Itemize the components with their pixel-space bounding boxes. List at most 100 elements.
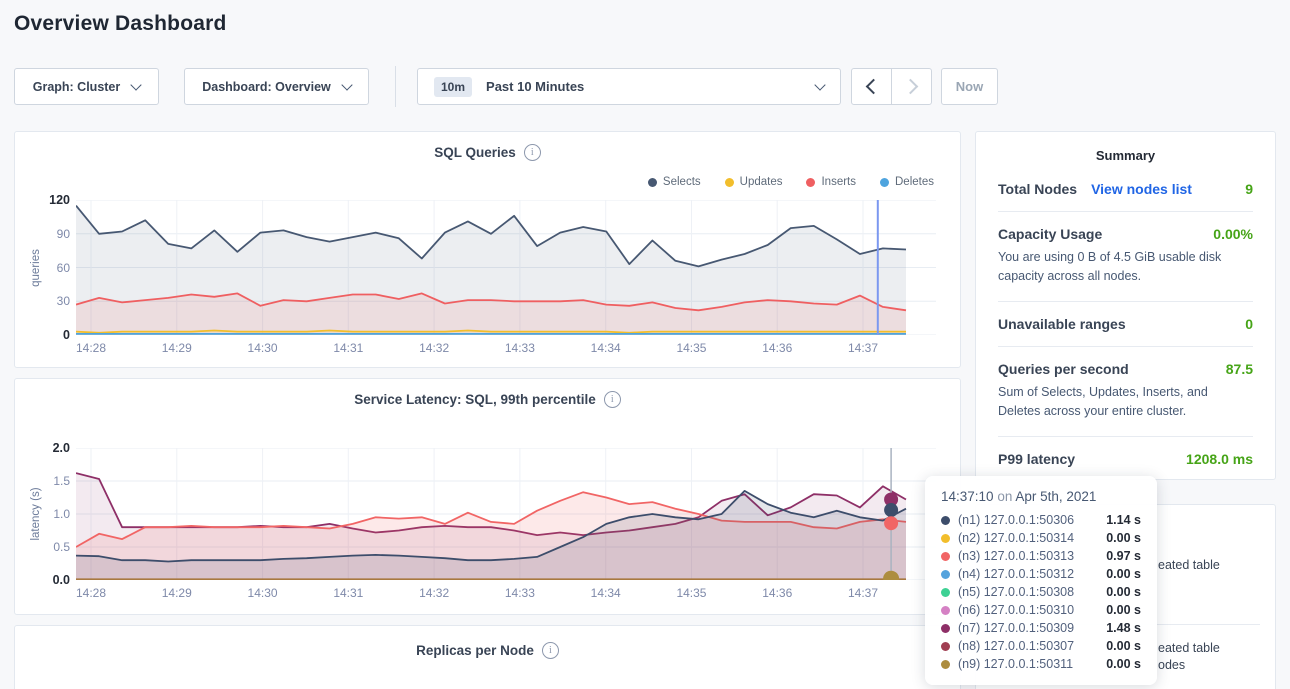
series-dot-icon xyxy=(941,642,950,651)
tooltip-node-value: 0.00 s xyxy=(1106,639,1141,653)
overview-dashboard-page: Overview Dashboard Graph: Cluster Dashbo… xyxy=(0,0,1290,689)
tooltip-row: (n9) 127.0.0.1:50311 0.00 s xyxy=(941,655,1141,673)
x-tick-label: 14:32 xyxy=(419,341,449,355)
time-range-selector[interactable]: 10m Past 10 Minutes xyxy=(417,68,841,105)
event-text-fragment: eated table xyxy=(1158,558,1220,572)
series-dot-icon xyxy=(941,588,950,597)
sql-queries-chart-panel: SQL Queries i 030609012014:2814:2914:301… xyxy=(14,131,961,368)
info-icon[interactable]: i xyxy=(542,642,559,659)
chevron-left-icon xyxy=(865,79,881,95)
tooltip-node-label: (n8) 127.0.0.1:50307 xyxy=(958,639,1074,653)
service-latency-chart-panel: Service Latency: SQL, 99th percentile i … xyxy=(14,378,961,615)
summary-row-total-nodes: Total Nodes View nodes list 9 xyxy=(976,167,1275,197)
x-tick-label: 14:33 xyxy=(505,586,535,600)
x-tick-label: 14:31 xyxy=(333,586,363,600)
unavailable-ranges-value: 0 xyxy=(1245,316,1253,332)
legend-label: Selects xyxy=(663,176,701,188)
unavailable-ranges-label: Unavailable ranges xyxy=(998,316,1126,332)
tooltip-row: (n2) 127.0.0.1:503140.00 s xyxy=(941,529,1141,547)
x-tick-label: 14:34 xyxy=(591,341,621,355)
graph-dropdown[interactable]: Graph: Cluster xyxy=(14,68,159,105)
replicas-chart-title: Replicas per Node xyxy=(416,643,534,658)
tooltip-node-value: 1.48 s xyxy=(1106,621,1141,635)
legend-item-deletes[interactable]: Deletes xyxy=(880,176,934,188)
time-next-button[interactable] xyxy=(891,68,932,105)
chevron-down-icon xyxy=(131,79,142,90)
series-dot-icon xyxy=(880,178,889,187)
sql-queries-chart-title: SQL Queries xyxy=(434,145,516,160)
series-dot-icon xyxy=(941,516,950,525)
qps-label: Queries per second xyxy=(998,361,1129,377)
x-tick-label: 14:29 xyxy=(162,341,192,355)
total-nodes-label: Total Nodes xyxy=(998,181,1077,197)
tooltip-node-label: (n3) 127.0.0.1:50313 xyxy=(958,549,1074,563)
series-dot-icon xyxy=(806,178,815,187)
tooltip-row: (n3) 127.0.0.1:50313 0.97 s xyxy=(941,547,1141,565)
qps-value: 87.5 xyxy=(1226,361,1253,377)
dashboard-dropdown[interactable]: Dashboard: Overview xyxy=(184,68,369,105)
tooltip-row: (n8) 127.0.0.1:50307 0.00 s xyxy=(941,637,1141,655)
x-tick-label: 14:31 xyxy=(333,341,363,355)
info-icon[interactable]: i xyxy=(604,391,621,408)
summary-row-capacity: Capacity Usage 0.00% xyxy=(976,212,1275,242)
summary-row-p99: P99 latency 1208.0 ms xyxy=(976,437,1275,467)
chevron-down-icon xyxy=(341,79,352,90)
x-tick-label: 14:36 xyxy=(762,586,792,600)
event-text-fragment: eated table xyxy=(1158,641,1220,655)
tooltip-node-value: 0.00 s xyxy=(1106,657,1141,671)
chart-plot-area[interactable] xyxy=(76,200,936,335)
toolbar-divider xyxy=(395,66,396,107)
x-tick-label: 14:35 xyxy=(676,341,706,355)
series-dot-icon xyxy=(941,570,950,579)
legend-item-updates[interactable]: Updates xyxy=(725,176,783,188)
tooltip-node-label: (n9) 127.0.0.1:50311 xyxy=(958,657,1073,671)
tooltip-time: 14:37:10 xyxy=(941,489,994,504)
tooltip-row: (n1) 127.0.0.1:50306 1.14 s xyxy=(941,511,1141,529)
tooltip-node-label: (n1) 127.0.0.1:50306 xyxy=(958,513,1074,527)
tooltip-node-label: (n7) 127.0.0.1:50309 xyxy=(958,621,1074,635)
tooltip-date: Apr 5th, 2021 xyxy=(1015,489,1096,504)
tooltip-node-label: (n6) 127.0.0.1:50310 xyxy=(958,603,1074,617)
dashboard-dropdown-label: Dashboard: Overview xyxy=(202,80,331,94)
tooltip-node-value: 0.00 s xyxy=(1106,531,1141,545)
x-tick-label: 14:30 xyxy=(248,586,278,600)
summary-panel: Summary Total Nodes View nodes list 9 Ca… xyxy=(975,131,1276,480)
info-icon[interactable]: i xyxy=(524,144,541,161)
series-dot-icon xyxy=(725,178,734,187)
x-tick-label: 14:37 xyxy=(848,586,878,600)
legend-label: Updates xyxy=(740,176,783,188)
y-tick-label: 30 xyxy=(26,294,70,308)
view-nodes-list-link[interactable]: View nodes list xyxy=(1091,181,1192,197)
chevron-down-icon xyxy=(814,79,825,90)
y-tick-label: 0 xyxy=(26,328,70,342)
y-tick-label: 90 xyxy=(26,227,70,241)
service-latency-chart-title: Service Latency: SQL, 99th percentile xyxy=(354,392,596,407)
y-axis-label: latency (s) xyxy=(30,487,42,540)
legend-item-inserts[interactable]: Inserts xyxy=(806,176,856,188)
tooltip-node-label: (n4) 127.0.0.1:50312 xyxy=(958,567,1074,581)
capacity-usage-label: Capacity Usage xyxy=(998,226,1102,242)
tooltip-row: (n6) 127.0.0.1:503100.00 s xyxy=(941,601,1141,619)
summary-row-qps: Queries per second 87.5 xyxy=(976,347,1275,377)
p99-latency-value: 1208.0 ms xyxy=(1186,451,1253,467)
summary-row-unavailable-ranges: Unavailable ranges 0 xyxy=(976,302,1275,332)
tooltip-row: (n7) 127.0.0.1:50309 1.48 s xyxy=(941,619,1141,637)
x-tick-label: 14:32 xyxy=(419,586,449,600)
time-prev-button[interactable] xyxy=(851,68,892,105)
x-tick-label: 14:29 xyxy=(162,586,192,600)
legend-item-selects[interactable]: Selects xyxy=(648,176,701,188)
x-tick-label: 14:28 xyxy=(76,341,106,355)
x-tick-label: 14:37 xyxy=(848,341,878,355)
x-tick-label: 14:33 xyxy=(505,341,535,355)
tooltip-timestamp: 14:37:10 on Apr 5th, 2021 xyxy=(941,489,1141,504)
chevron-right-icon xyxy=(902,79,918,95)
tooltip-node-value: 0.97 s xyxy=(1106,549,1141,563)
replicas-chart-panel: Replicas per Node i xyxy=(14,625,961,689)
now-button[interactable]: Now xyxy=(941,68,998,105)
y-tick-label: 120 xyxy=(26,193,70,207)
series-dot-icon xyxy=(941,534,950,543)
page-title: Overview Dashboard xyxy=(14,12,227,36)
tooltip-node-value: 1.14 s xyxy=(1106,513,1141,527)
chart-plot-area[interactable] xyxy=(76,448,936,580)
tooltip-sep: on xyxy=(997,489,1012,504)
